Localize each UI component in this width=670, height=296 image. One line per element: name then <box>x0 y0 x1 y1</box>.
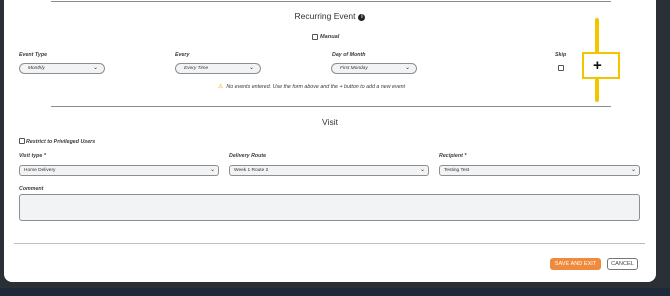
visit-divider <box>51 106 611 107</box>
event-type-select[interactable]: Monthly ⌄ <box>19 63 105 74</box>
restrict-label: Restrict to Privileged Users <box>26 139 96 145</box>
delivery-route-select[interactable]: Week 1 Route 2 ⌄ <box>229 165 429 176</box>
chevron-down-icon: ⌄ <box>248 65 254 71</box>
visit-type-select[interactable]: Home Delivery ⌄ <box>19 165 219 176</box>
every-label: Every <box>175 52 190 58</box>
chevron-down-icon: ⌄ <box>630 167 636 173</box>
every-value: Every Time <box>184 66 209 71</box>
footer-divider <box>14 243 645 244</box>
skip-checkbox[interactable] <box>558 65 564 71</box>
day-of-month-select[interactable]: First Monday ⌄ <box>331 63 417 74</box>
annotation-line-top <box>595 18 599 54</box>
delivery-route-label: Delivery Route <box>229 153 267 159</box>
dialog: Recurring Event i Manual Event Type Every… <box>4 0 656 282</box>
recurring-event-title: Recurring Event i <box>4 11 656 21</box>
cancel-button[interactable]: CANCEL <box>607 258 638 270</box>
comment-label: Comment <box>19 186 44 192</box>
page-scrollbar[interactable] <box>656 0 670 296</box>
top-divider <box>51 1 611 2</box>
day-of-month-label: Day of Month <box>332 52 366 58</box>
no-events-message: ⚠ No events entered. Use the form above a… <box>218 84 405 90</box>
delivery-route-value: Week 1 Route 2 <box>234 168 269 173</box>
restrict-checkbox[interactable] <box>19 138 25 144</box>
info-icon[interactable]: i <box>358 14 366 21</box>
event-type-value: Monthly <box>28 66 45 71</box>
comment-textarea[interactable] <box>19 194 640 221</box>
every-select[interactable]: Every Time ⌄ <box>175 63 261 74</box>
day-of-month-value: First Monday <box>340 66 368 71</box>
chevron-down-icon: ⌄ <box>209 167 215 173</box>
recipient-label: Recipient * <box>439 153 467 159</box>
manual-checkbox[interactable] <box>312 34 318 40</box>
event-type-label: Event Type <box>19 52 48 58</box>
recipient-select[interactable]: Testing Test ⌄ <box>439 165 640 176</box>
manual-label: Manual <box>320 34 340 40</box>
chevron-down-icon: ⌄ <box>419 167 425 173</box>
visit-type-label: Visit type * <box>19 153 46 159</box>
recipient-value: Testing Test <box>444 168 470 173</box>
chevron-down-icon: ⌄ <box>404 65 410 71</box>
bottom-bar <box>0 288 670 296</box>
skip-label: Skip <box>555 52 567 58</box>
visit-title: Visit <box>322 117 338 127</box>
save-and-exit-button[interactable]: SAVE AND EXIT <box>550 258 601 270</box>
chevron-down-icon: ⌄ <box>92 65 98 71</box>
visit-type-value: Home Delivery <box>24 168 56 173</box>
annotation-line-bottom <box>595 78 599 102</box>
add-event-button[interactable]: + <box>593 58 602 73</box>
warning-icon: ⚠ <box>218 84 224 90</box>
